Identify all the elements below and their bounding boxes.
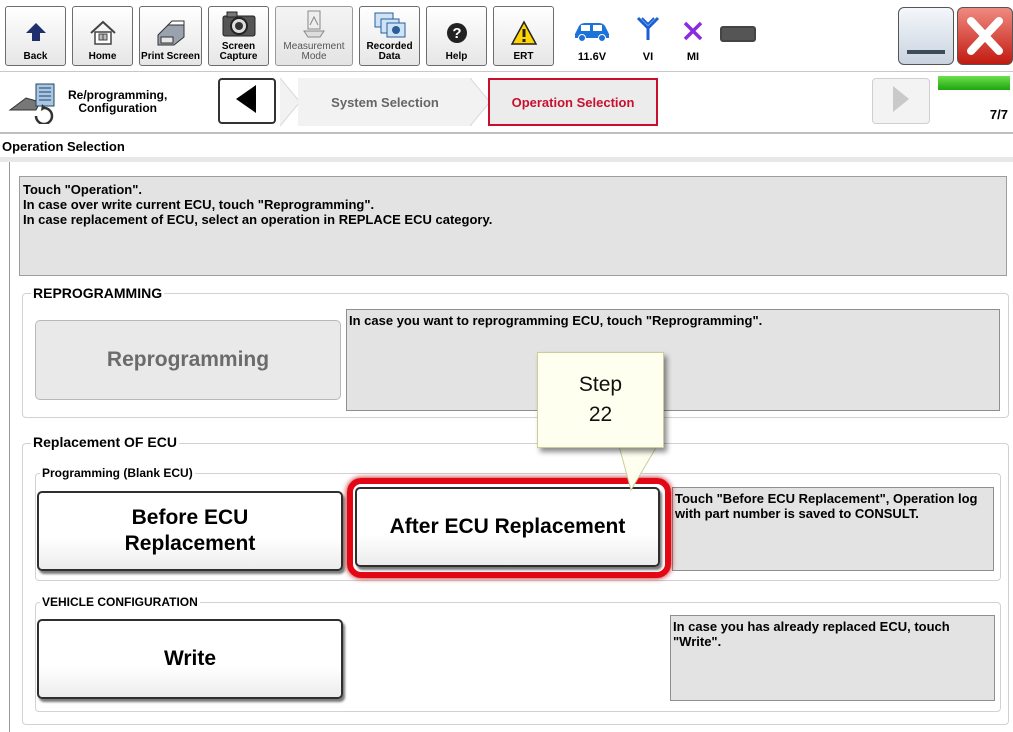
reprogramming-description: In case you want to reprogramming ECU, t… xyxy=(346,309,1000,411)
section-title: Re/programming, Configuration xyxy=(68,88,168,115)
help-icon: ? xyxy=(437,16,477,50)
warning-icon xyxy=(504,16,544,50)
car-icon xyxy=(571,20,613,47)
callout-pointer-icon xyxy=(618,446,658,492)
home-icon xyxy=(83,16,123,50)
step-operation-selection[interactable]: Operation Selection xyxy=(488,78,658,126)
write-button[interactable]: Write xyxy=(37,619,343,699)
instructions-panel: Touch "Operation". In case over write cu… xyxy=(19,176,1007,276)
instruction-line: In case over write current ECU, touch "R… xyxy=(23,197,375,212)
measurement-mode-button[interactable]: Measurement Mode xyxy=(275,6,353,66)
battery-icon xyxy=(720,26,756,42)
callout-text: Step 22 xyxy=(537,352,664,448)
programming-blank-ecu-title: Programming (Blank ECU) xyxy=(40,466,195,480)
battery-voltage-indicator: 11.6V xyxy=(562,6,622,66)
print-screen-button[interactable]: Print Screen xyxy=(139,6,202,66)
minimize-icon xyxy=(907,50,945,54)
cross-icon xyxy=(682,20,704,47)
vehicle-configuration-title: VEHICLE CONFIGURATION xyxy=(40,595,200,609)
close-button[interactable] xyxy=(957,7,1013,65)
recorded-data-icon xyxy=(370,7,410,40)
step-chevron-icon xyxy=(469,77,491,127)
previous-step-button[interactable] xyxy=(218,78,276,124)
left-edge-divider xyxy=(9,162,10,732)
replacement-ecu-group-title: Replacement OF ECU xyxy=(31,434,179,450)
progress-bar-fill xyxy=(938,76,1010,90)
right-arrow-icon xyxy=(889,84,913,119)
programming-description: Touch "Before ECU Replacement", Operatio… xyxy=(672,487,994,571)
page-title: Operation Selection xyxy=(2,139,125,154)
toolbar: Back Home Print Screen Screen Capture Me… xyxy=(0,0,1013,72)
reprogramming-config-icon xyxy=(6,80,62,126)
screen-capture-button[interactable]: Screen Capture xyxy=(208,6,269,66)
back-button[interactable]: Back xyxy=(5,6,66,66)
svg-text:?: ? xyxy=(452,25,461,42)
write-description: In case you has already replaced ECU, to… xyxy=(670,615,995,701)
measurement-icon xyxy=(294,7,334,40)
step-chevron-icon xyxy=(279,77,301,127)
ert-button[interactable]: ERT xyxy=(493,6,554,66)
vi-status: VI xyxy=(628,6,668,66)
step-system-selection[interactable]: System Selection xyxy=(298,78,472,126)
step-callout: Step 22 xyxy=(537,352,670,492)
left-arrow-icon xyxy=(232,83,262,120)
close-icon xyxy=(958,8,1012,64)
mi-status: MI xyxy=(673,6,713,66)
reprogramming-button[interactable]: Reprogramming xyxy=(35,320,341,400)
back-arrow-icon xyxy=(16,16,56,50)
next-step-button[interactable] xyxy=(872,78,930,124)
before-ecu-replacement-button[interactable]: Before ECU Replacement xyxy=(37,491,343,571)
progress-indicator: 7/7 xyxy=(938,76,1010,128)
progress-bar xyxy=(938,76,1010,90)
instruction-line: Touch "Operation". xyxy=(23,182,142,197)
progress-label: 7/7 xyxy=(989,107,1008,122)
camera-icon xyxy=(219,7,259,40)
antenna-icon xyxy=(636,16,660,47)
help-button[interactable]: ? Help xyxy=(426,6,487,66)
minimize-button[interactable] xyxy=(898,7,954,65)
recorded-data-button[interactable]: Recorded Data xyxy=(359,6,420,66)
page-title-bar: Operation Selection xyxy=(0,134,1013,162)
home-button[interactable]: Home xyxy=(72,6,133,66)
printer-icon xyxy=(151,16,191,50)
instruction-line: In case replacement of ECU, select an op… xyxy=(23,212,493,227)
reprogramming-group-title: REPROGRAMMING xyxy=(31,285,165,301)
